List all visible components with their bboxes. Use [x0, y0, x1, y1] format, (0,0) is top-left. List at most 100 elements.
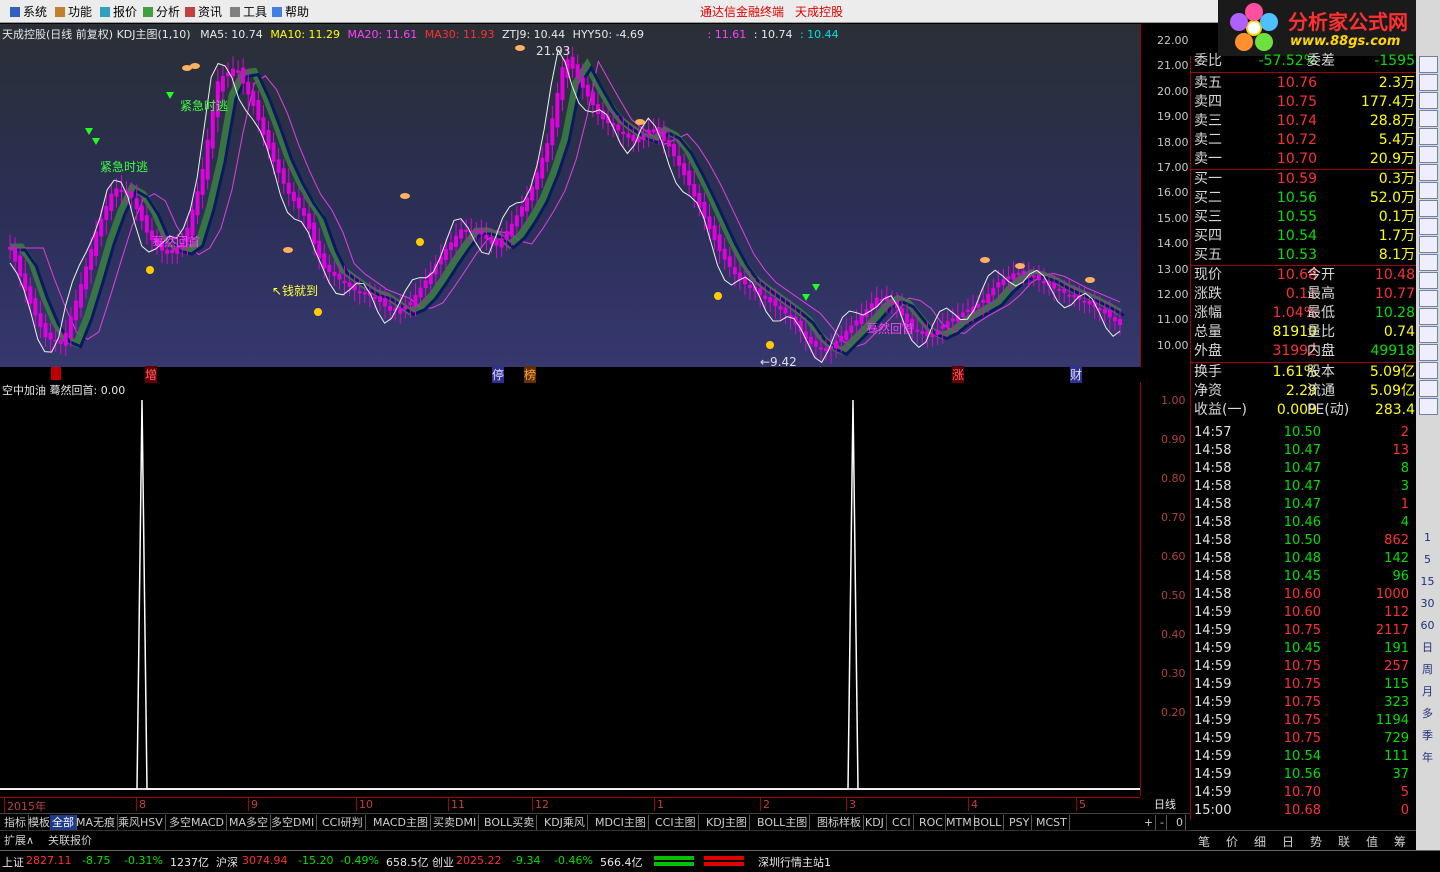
period-icon-7[interactable]: 月 — [1419, 684, 1436, 699]
tab-7[interactable]: 多空DMI — [269, 815, 318, 830]
bar-chart-icon[interactable] — [1419, 56, 1438, 73]
event-marker[interactable]: 停 — [492, 366, 505, 383]
tab-9[interactable]: MACD主图 — [371, 815, 431, 830]
tab-13[interactable]: MDCI主图 — [593, 815, 649, 830]
period-icon-1[interactable]: 5 — [1419, 552, 1436, 567]
right-tab-4[interactable]: 势 — [1310, 833, 1322, 850]
menu-item-help[interactable]: 帮助 — [272, 3, 309, 20]
candle-body — [58, 340, 63, 344]
period-icon-0[interactable]: 1 — [1419, 530, 1436, 545]
candle-body — [641, 134, 646, 140]
move-icon[interactable] — [1419, 344, 1438, 361]
menu-item-system[interactable]: 系统 — [10, 3, 47, 20]
mushroom-icon — [1085, 277, 1095, 283]
tab-15[interactable]: KDJ主图 — [704, 815, 750, 830]
tab-14[interactable]: CCI主图 — [653, 815, 699, 830]
right-tab-0[interactable]: 笔 — [1198, 833, 1210, 850]
tab-18[interactable]: KDJ — [863, 815, 887, 830]
right-tab-1[interactable]: 价 — [1226, 833, 1238, 850]
home-icon[interactable] — [1419, 326, 1438, 343]
f10-icon[interactable] — [1419, 200, 1438, 217]
right-tab-6[interactable]: 值 — [1366, 833, 1378, 850]
right-tab-5[interactable]: 联 — [1338, 833, 1350, 850]
candle-body — [200, 168, 205, 195]
event-marker[interactable]: 财 — [1070, 366, 1083, 383]
candle-icon[interactable] — [1419, 128, 1438, 145]
period-icon-8[interactable]: 多 — [1419, 706, 1436, 721]
tab-control[interactable]: 0 — [1174, 815, 1186, 830]
tab-control[interactable]: - — [1158, 815, 1167, 830]
ask-row-label: 卖五 — [1194, 75, 1222, 91]
tile-icon[interactable] — [1419, 182, 1438, 199]
box-icon[interactable] — [1419, 272, 1438, 289]
period-icon-9[interactable]: 季 — [1419, 728, 1436, 743]
tab-extend[interactable]: 扩展∧ — [4, 832, 34, 848]
candle-body — [134, 198, 139, 210]
tab-22[interactable]: BOLL — [971, 815, 1005, 830]
menu-item-function[interactable]: 功能 — [55, 3, 92, 20]
stat-label: 涨跌 — [1194, 286, 1222, 302]
tab-12[interactable]: KDJ乘风 — [542, 815, 588, 830]
tab-20[interactable]: ROC — [917, 815, 946, 830]
tab-1[interactable]: 模板 — [26, 815, 53, 830]
menu-item-news[interactable]: 资讯 — [185, 3, 222, 20]
tab-0[interactable]: 指标 — [2, 815, 29, 830]
right-tab-3[interactable]: 日 — [1282, 833, 1294, 850]
candle-body — [545, 143, 550, 162]
tab-24[interactable]: MCST — [1034, 815, 1070, 830]
tab-3[interactable]: MA无痕 — [74, 815, 119, 830]
tab-4[interactable]: 乘风HSV — [116, 815, 166, 830]
period-icon-10[interactable]: 年 — [1419, 750, 1436, 765]
event-marker[interactable]: 涨 — [952, 366, 965, 383]
tab-8[interactable]: CCI研判 — [320, 815, 366, 830]
f-icon[interactable] — [1419, 380, 1438, 397]
event-marker[interactable]: 榜 — [524, 366, 537, 383]
sub-axis-tick: 0.60 — [1161, 550, 1186, 563]
period-button[interactable]: 日线 — [1141, 797, 1189, 813]
period-icon-2[interactable]: 15 — [1419, 574, 1436, 589]
list-icon[interactable] — [1419, 92, 1438, 109]
table-icon[interactable] — [1419, 164, 1438, 181]
period-icon-4[interactable]: 60 — [1419, 618, 1436, 633]
main-price-chart[interactable]: 21.93 ←9.42 紧急时逃 紧急时逃 蓦然回首 ↖钱就到 蓦然回首 — [0, 24, 1140, 367]
tab-2[interactable]: 全部 — [50, 815, 77, 830]
close-icon[interactable] — [1419, 74, 1438, 91]
window-icon[interactable] — [1419, 110, 1438, 127]
zoom-icon[interactable] — [1419, 308, 1438, 325]
period-icon-5[interactable]: 日 — [1419, 640, 1436, 655]
tab-5[interactable]: 多空MACD — [167, 815, 227, 830]
period-icon-3[interactable]: 30 — [1419, 596, 1436, 611]
menu-item-analysis[interactable]: 分析 — [143, 3, 180, 20]
candle-body — [818, 347, 823, 350]
menu-item-quote[interactable]: 报价 — [100, 3, 137, 20]
tab-control[interactable]: + — [1142, 815, 1157, 830]
tab-19[interactable]: CCI — [890, 815, 914, 830]
event-marker[interactable] — [51, 367, 61, 380]
rs-icon[interactable] — [1419, 290, 1438, 307]
quote-icon — [100, 7, 110, 17]
event-marker[interactable]: 增 — [145, 366, 158, 383]
pen-icon[interactable] — [1419, 362, 1438, 379]
pie-icon[interactable] — [1419, 254, 1438, 271]
right-tab-7[interactable]: 筹 — [1394, 833, 1406, 850]
period-icon-6[interactable]: 周 — [1419, 662, 1436, 677]
tab-16[interactable]: BOLL主图 — [755, 815, 811, 830]
window2-icon[interactable] — [1419, 398, 1438, 415]
tab-23[interactable]: PSY — [1007, 815, 1033, 830]
tick-volume: 191 — [1384, 641, 1409, 656]
grid-icon[interactable] — [1419, 218, 1438, 235]
tab-6[interactable]: MA多空 — [227, 815, 272, 830]
tab-11[interactable]: BOLL买卖 — [482, 815, 538, 830]
right-tab-2[interactable]: 细 — [1254, 833, 1266, 850]
sub-indicator-chart[interactable] — [0, 396, 1140, 796]
tab-10[interactable]: 买卖DMI — [431, 815, 480, 830]
time-axis-tick: 3 — [846, 798, 856, 811]
trend-icon[interactable] — [1419, 146, 1438, 163]
tab-17[interactable]: 图标样板 — [815, 815, 864, 830]
menu-item-tools[interactable]: 工具 — [230, 3, 267, 20]
tab-related-quote[interactable]: 关联报价 — [48, 832, 92, 848]
refresh-icon[interactable] — [1419, 236, 1438, 253]
tick-list[interactable]: 14:57 10.50 2 14:58 10.47 13 14:58 10.47 8 14:58 1… — [1190, 424, 1417, 820]
candle-body — [991, 288, 996, 296]
table-row: 14:58 10.50 862 — [1191, 532, 1417, 550]
